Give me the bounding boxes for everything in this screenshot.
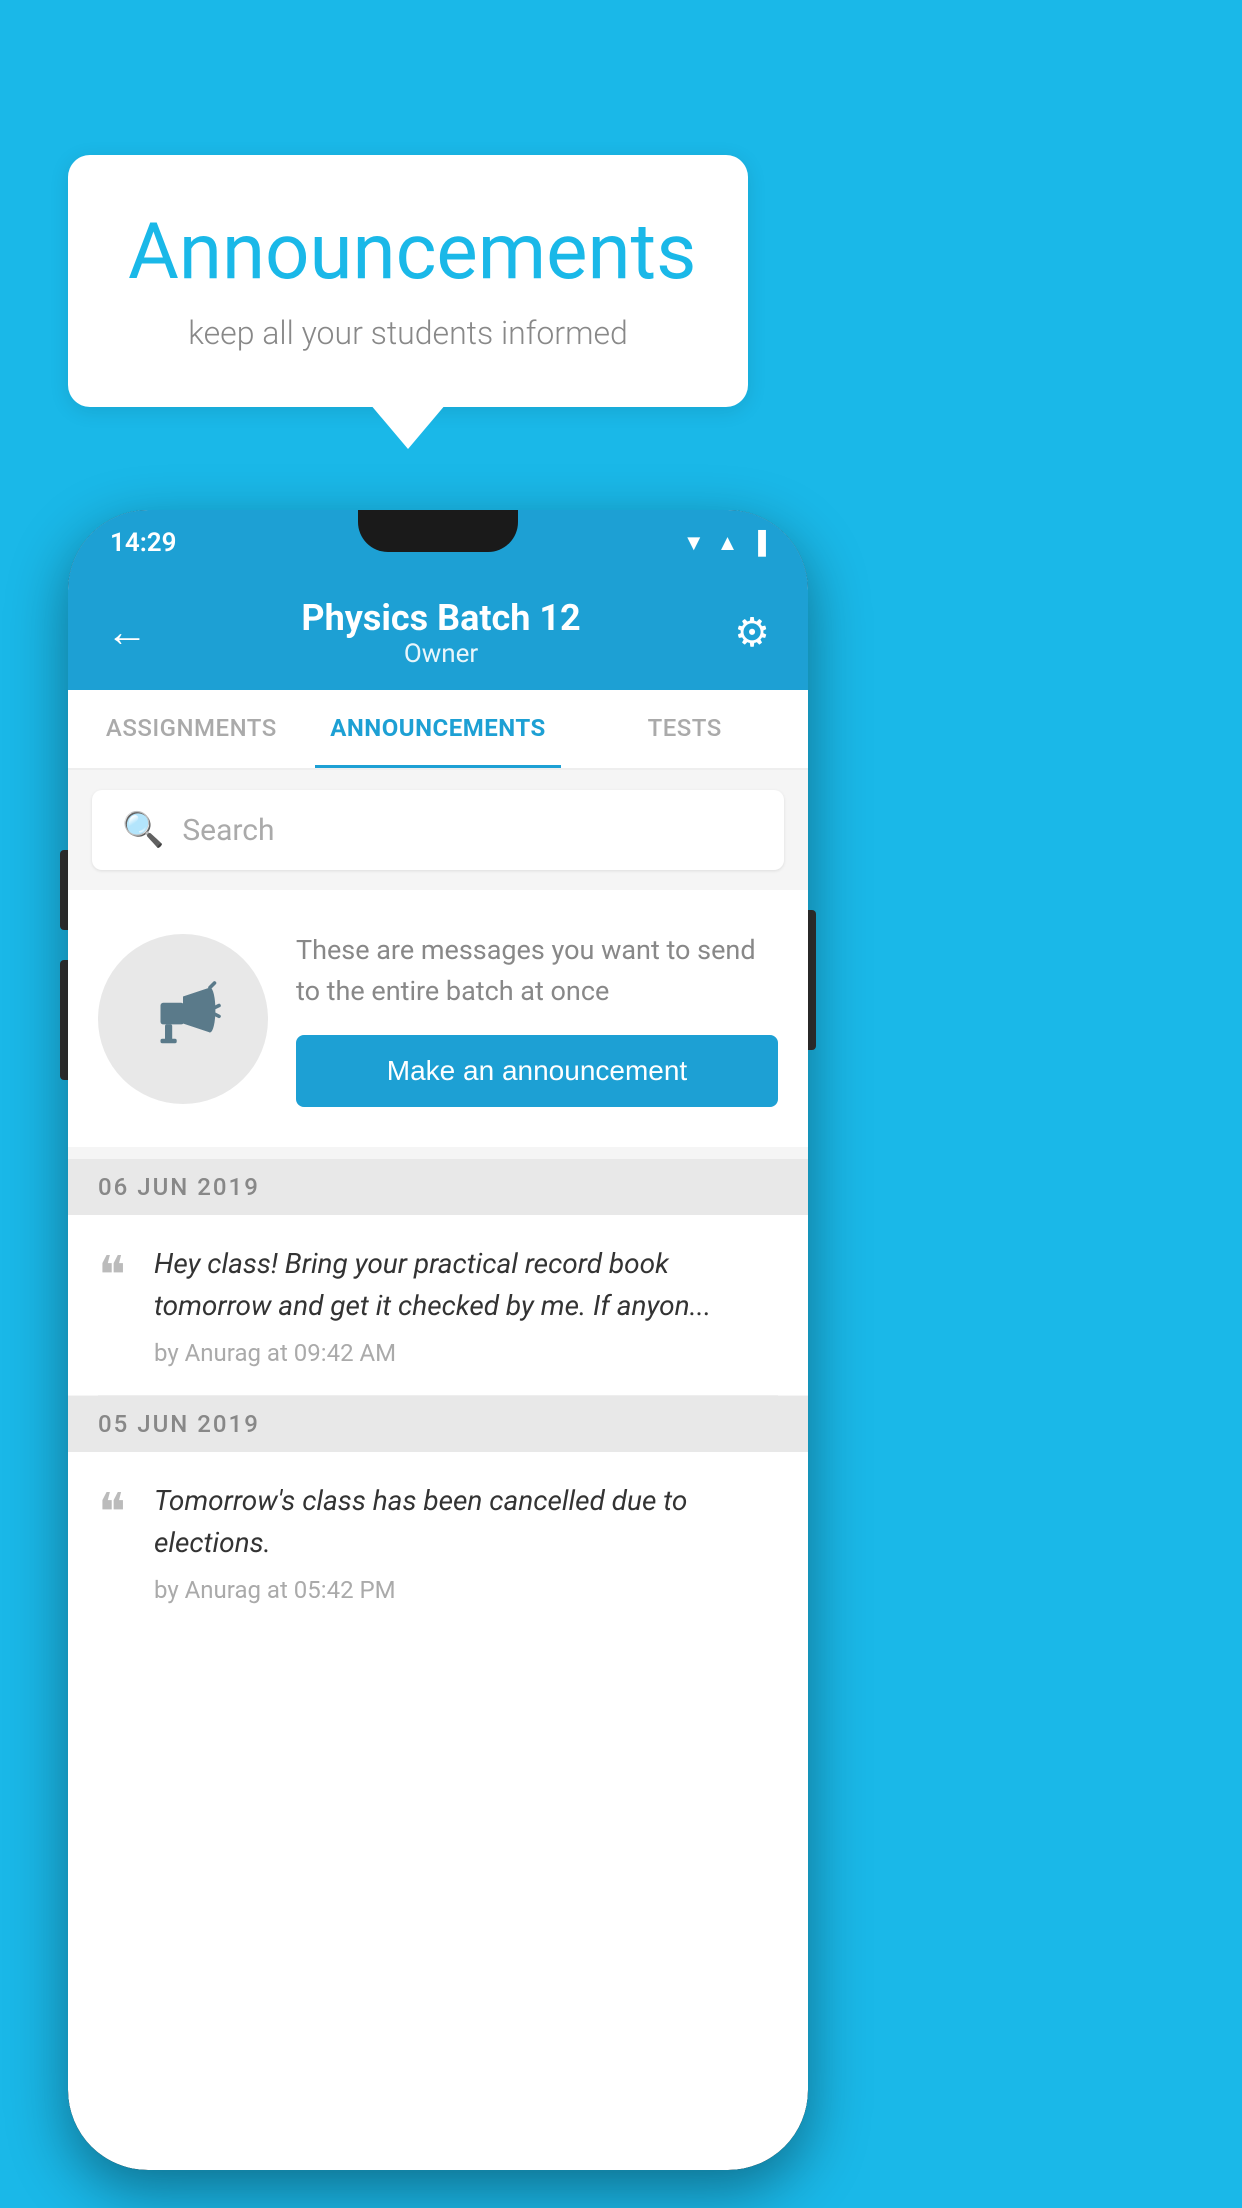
promo-card: These are messages you want to send to t… xyxy=(68,890,808,1147)
settings-icon[interactable]: ⚙ xyxy=(734,609,770,656)
tab-announcements[interactable]: ANNOUNCEMENTS xyxy=(315,690,562,768)
date-separator-2: 05 JUN 2019 xyxy=(68,1396,808,1452)
signal-icon: ▲ xyxy=(717,530,739,556)
date-separator-1: 06 JUN 2019 xyxy=(68,1159,808,1215)
notch xyxy=(358,510,518,552)
speech-bubble-container: Announcements keep all your students inf… xyxy=(68,155,748,407)
phone-container: 14:29 ▼ ▲ ▐ ← Physics Batch 12 Owner ⚙ A… xyxy=(68,510,808,2170)
announcement-item-2: ❝ Tomorrow's class has been cancelled du… xyxy=(68,1452,808,1632)
announcement-item-1: ❝ Hey class! Bring your practical record… xyxy=(68,1215,808,1395)
search-placeholder: Search xyxy=(182,813,274,848)
make-announcement-button[interactable]: Make an announcement xyxy=(296,1035,778,1107)
phone-button-volume-up xyxy=(60,850,68,930)
status-time: 14:29 xyxy=(110,528,177,558)
tab-assignments[interactable]: ASSIGNMENTS xyxy=(68,690,315,768)
phone-button-power xyxy=(808,910,816,1050)
promo-description: These are messages you want to send to t… xyxy=(296,930,778,1011)
announcement-content-2: Tomorrow's class has been cancelled due … xyxy=(154,1480,778,1604)
announcement-meta-1: by Anurag at 09:42 AM xyxy=(154,1339,778,1367)
quote-icon-1: ❝ xyxy=(98,1251,126,1303)
phone-frame: 14:29 ▼ ▲ ▐ ← Physics Batch 12 Owner ⚙ A… xyxy=(68,510,808,2170)
header-title-area: Physics Batch 12 Owner xyxy=(301,597,580,669)
tab-bar: ASSIGNMENTS ANNOUNCEMENTS TESTS xyxy=(68,690,808,770)
content-area: 🔍 Search xyxy=(68,770,808,1632)
app-header: ← Physics Batch 12 Owner ⚙ xyxy=(68,575,808,690)
phone-screen: 14:29 ▼ ▲ ▐ ← Physics Batch 12 Owner ⚙ A… xyxy=(68,510,808,2170)
search-bar[interactable]: 🔍 Search xyxy=(92,790,784,870)
megaphone-circle xyxy=(98,934,268,1104)
header-title: Physics Batch 12 xyxy=(301,597,580,639)
wifi-icon: ▼ xyxy=(683,530,705,556)
speech-bubble: Announcements keep all your students inf… xyxy=(68,155,748,407)
search-icon: 🔍 xyxy=(122,810,164,850)
tab-tests[interactable]: TESTS xyxy=(561,690,808,768)
phone-button-volume-down xyxy=(60,960,68,1080)
bubble-title: Announcements xyxy=(128,210,688,296)
back-button[interactable]: ← xyxy=(106,608,148,657)
status-bar: 14:29 ▼ ▲ ▐ xyxy=(68,510,808,575)
announcement-meta-2: by Anurag at 05:42 PM xyxy=(154,1576,778,1604)
status-icons: ▼ ▲ ▐ xyxy=(683,530,766,556)
announcement-content-1: Hey class! Bring your practical record b… xyxy=(154,1243,778,1367)
announcement-text-2: Tomorrow's class has been cancelled due … xyxy=(154,1480,778,1564)
announcement-text-1: Hey class! Bring your practical record b… xyxy=(154,1243,778,1327)
quote-icon-2: ❝ xyxy=(98,1488,126,1540)
battery-icon: ▐ xyxy=(750,530,766,556)
header-subtitle: Owner xyxy=(301,639,580,669)
megaphone-icon xyxy=(138,974,228,1064)
promo-right: These are messages you want to send to t… xyxy=(296,930,778,1107)
bubble-subtitle: keep all your students informed xyxy=(128,314,688,352)
